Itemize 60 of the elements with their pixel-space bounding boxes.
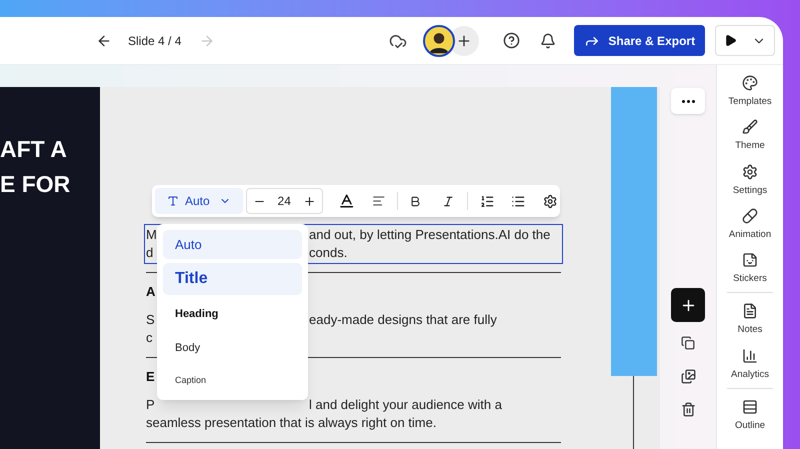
sidebar-item-label[interactable]: Settings (732, 184, 768, 198)
sidebar-item-label[interactable]: Templates (728, 95, 772, 110)
present-button[interactable] (715, 25, 776, 56)
play-icon[interactable] (724, 34, 737, 47)
menu-item[interactable]: Body (163, 333, 302, 363)
sidebar-item-label[interactable]: Animation (728, 228, 772, 242)
trash-icon[interactable] (680, 402, 696, 417)
paragraph-line: and out, by letting Presentations.AI do the (309, 226, 550, 244)
paragraph-line: l and delight your audience with a (309, 396, 502, 414)
italic-icon[interactable] (442, 194, 455, 208)
bar-chart-icon[interactable] (742, 348, 758, 364)
more-icon (682, 100, 694, 102)
bell-icon[interactable] (540, 32, 556, 48)
sidebar-item-label[interactable]: Stickers (733, 272, 767, 286)
duplicate-icon[interactable] (681, 336, 695, 350)
paragraph-line: M (146, 227, 157, 242)
section-heading: E (146, 368, 155, 386)
plus-icon[interactable] (302, 194, 316, 208)
notes-icon[interactable] (742, 303, 758, 320)
help-icon[interactable] (503, 32, 520, 49)
section-heading: A (146, 283, 156, 301)
sidebar-item-label[interactable]: Notes (738, 323, 762, 338)
more-button[interactable] (671, 88, 705, 114)
numbered-list-icon[interactable] (480, 194, 494, 208)
menu-item[interactable]: Title (163, 263, 302, 295)
menu-item[interactable]: Auto (163, 230, 302, 259)
text-style-select[interactable]: Auto (155, 188, 243, 214)
bold-icon[interactable] (408, 194, 422, 208)
slide-title-text: AFT A (0, 135, 68, 164)
text-color-icon[interactable] (338, 192, 356, 210)
bullet-list-icon[interactable] (511, 194, 526, 208)
settings-icon[interactable] (742, 164, 758, 180)
outline-icon[interactable] (742, 398, 758, 415)
image-icon[interactable] (680, 369, 696, 384)
menu-item[interactable]: Heading (163, 299, 302, 329)
palette-icon[interactable] (742, 75, 758, 91)
paragraph-line: seamless presentation that is always right on time. (146, 414, 438, 432)
sidebar-item-label[interactable]: Theme (735, 139, 765, 154)
text-style-icon (167, 195, 179, 207)
brush-icon[interactable] (742, 119, 758, 136)
font-size-stepper[interactable]: 24 (246, 188, 323, 214)
paragraph-line: conds. (309, 244, 348, 262)
pill-icon[interactable] (742, 208, 758, 224)
sidebar-item-label[interactable]: Outline (734, 418, 766, 433)
paragraph-line: eady-made designs that are fully (309, 311, 497, 329)
align-icon[interactable] (372, 194, 386, 208)
sticker-icon[interactable] (742, 252, 758, 268)
add-slide-button[interactable] (671, 288, 705, 322)
menu-item[interactable]: Caption (163, 367, 302, 394)
paragraph-line: d (146, 245, 154, 260)
slide-indicator: Slide 4 / 4 (128, 32, 182, 50)
sidebar-item-label[interactable]: Analytics (730, 368, 769, 382)
paragraph-line: c (146, 330, 152, 345)
slide-title-text: E FOR (0, 170, 72, 199)
settings-icon[interactable] (542, 194, 557, 208)
font-size-value[interactable]: 24 (278, 192, 291, 210)
avatar[interactable] (423, 24, 456, 56)
paragraph-line: S (146, 312, 155, 327)
paragraph-line: P (146, 397, 155, 412)
share-export-button[interactable]: Share & Export (574, 25, 706, 56)
